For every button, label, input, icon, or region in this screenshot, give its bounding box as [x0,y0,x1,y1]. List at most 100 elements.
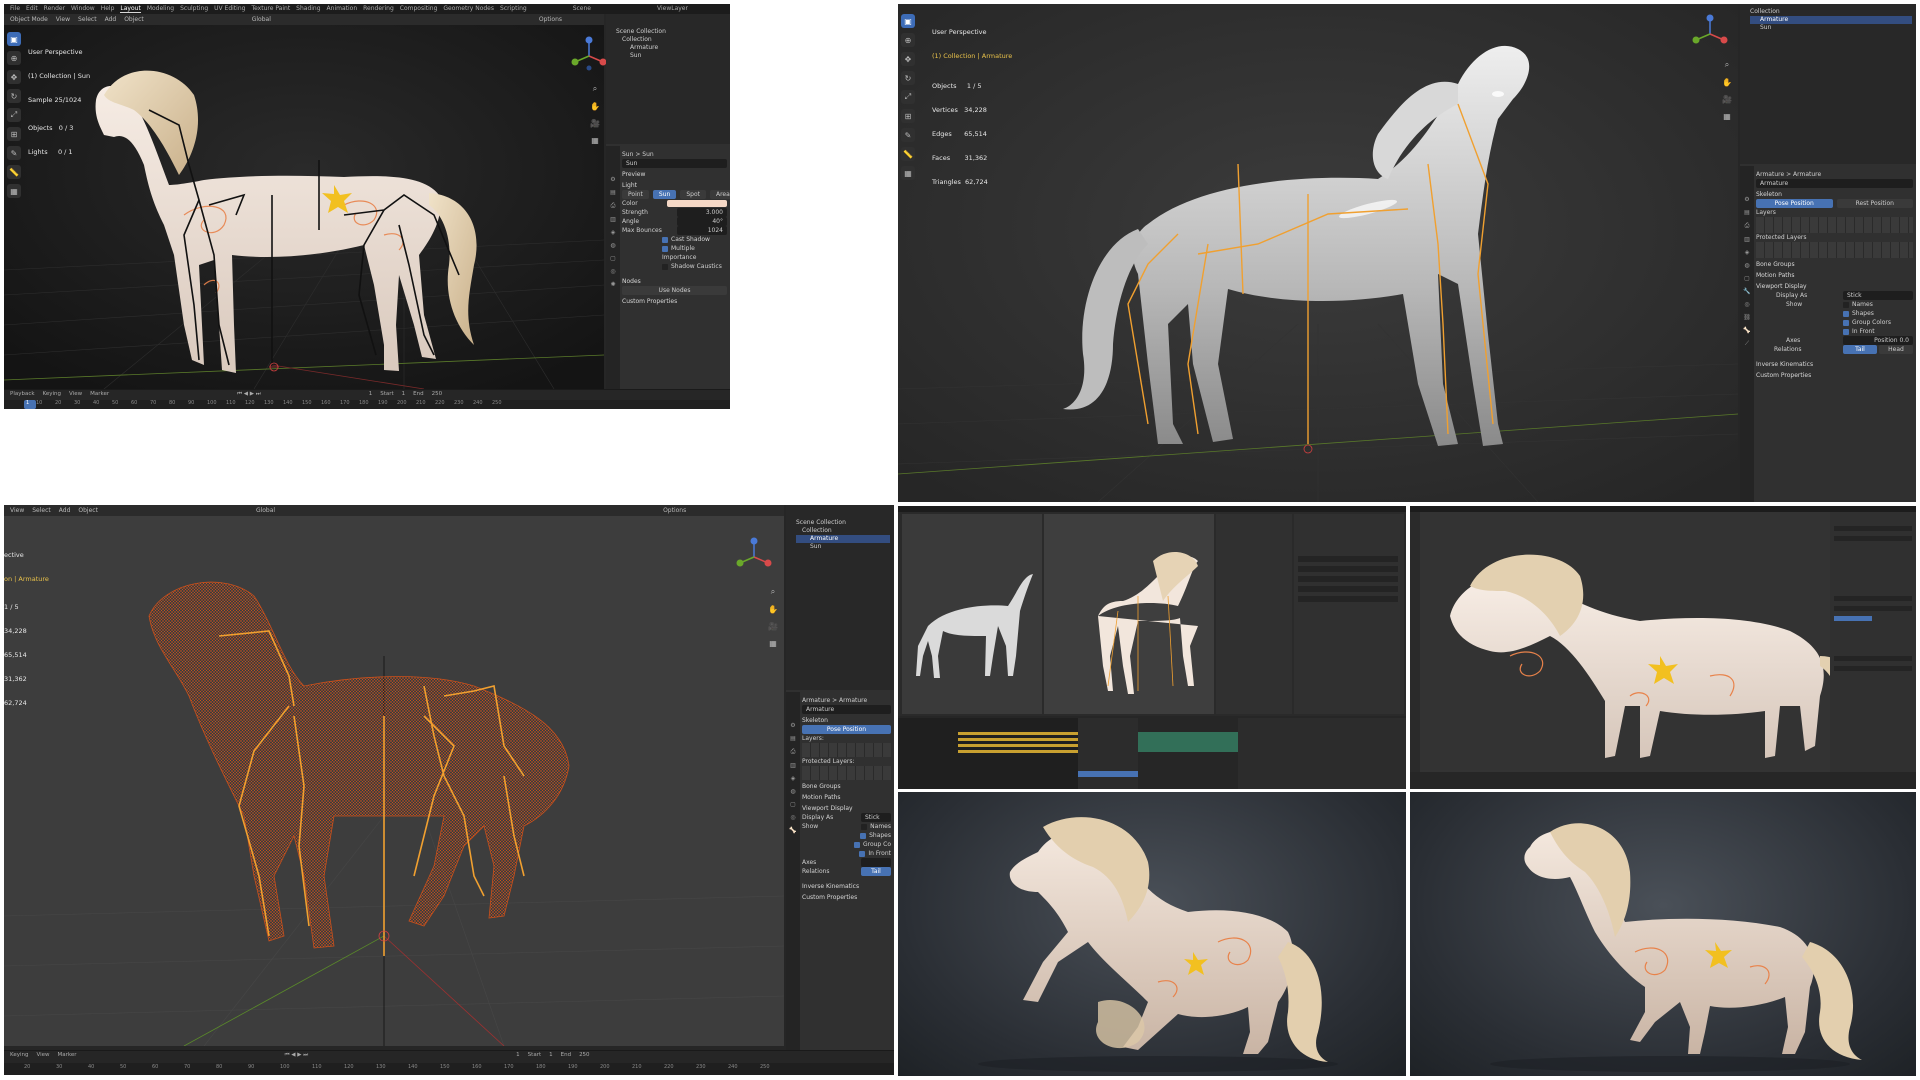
protected-layers-grid[interactable] [802,766,891,780]
pan-hand-icon[interactable]: ✋ [1722,78,1732,87]
scale-icon[interactable]: ⤢ [901,90,915,104]
axes-toggle[interactable] [861,858,891,867]
marker-menu[interactable]: Marker [58,1052,77,1059]
render-tab-icon[interactable]: ▤ [790,735,796,742]
show-names-checkbox[interactable]: Names [861,822,891,831]
annotate-icon[interactable]: ✎ [7,146,21,160]
scene-tab-icon[interactable]: ◈ [611,229,616,236]
keying-menu[interactable]: Keying [43,391,61,398]
object-menu[interactable]: Object [124,16,144,23]
light-name-field[interactable]: Sun [622,159,727,168]
outliner-sun[interactable]: Sun [1750,24,1912,32]
options-menu[interactable]: Options [663,507,686,514]
physics-tab-icon[interactable]: ◎ [1744,301,1749,308]
scale-icon[interactable]: ⤢ [7,108,21,122]
show-group-colors-checkbox[interactable]: Group Colors [1843,318,1913,327]
transform-orientation[interactable]: Global [256,507,275,514]
3d-viewport[interactable] [4,25,605,390]
grid-icon[interactable]: ▦ [1723,112,1731,121]
viewlayer-selector[interactable]: ViewLayer [657,5,688,13]
bone-groups-section[interactable]: Bone Groups [802,782,891,791]
shadow-caustics-checkbox[interactable]: Shadow Caustics [622,262,727,271]
menu-help[interactable]: Help [101,5,115,13]
add-cube-icon[interactable]: ▦ [901,166,915,180]
outliner-armature[interactable]: Armature [616,44,726,52]
outliner-armature[interactable]: Armature [1750,16,1912,24]
output-tab-icon[interactable]: ⎙ [1745,222,1750,230]
menu-edit[interactable]: Edit [26,5,38,13]
annotate-icon[interactable]: ✎ [901,128,915,142]
outliner-collection[interactable]: Collection [616,36,726,44]
bone-tab-icon[interactable]: ⟋ [1745,340,1749,348]
workspace-tab-sculpting[interactable]: Sculpting [180,5,208,13]
outliner-armature[interactable]: Armature [796,535,890,543]
camera-view-icon[interactable]: 🎥 [1722,95,1732,104]
keying-menu[interactable]: Keying [10,1052,28,1059]
outliner-collection[interactable]: Collection [1750,8,1912,16]
workspace-tab-rendering[interactable]: Rendering [363,5,394,13]
armature-data-tab-icon[interactable]: 🦴 [1743,327,1750,334]
skeleton-section[interactable]: Skeleton [802,716,891,725]
view-menu[interactable]: View [56,16,70,23]
transform-orientation[interactable]: Global [252,16,271,23]
measure-icon[interactable]: 📏 [7,165,21,179]
workspace-tab-shading[interactable]: Shading [296,5,320,13]
tool-tab-icon[interactable]: ⚙ [790,722,795,729]
show-shapes-checkbox[interactable]: Shapes [860,831,891,840]
3d-viewport[interactable] [898,4,1739,502]
marker-menu[interactable]: Marker [90,391,109,398]
add-menu[interactable]: Add [105,16,117,23]
end-frame-field[interactable]: 250 [579,1052,590,1059]
playhead[interactable]: 1 [24,400,36,409]
measure-icon[interactable]: 📏 [901,147,915,161]
outliner-collection[interactable]: Collection [796,527,890,535]
nodes-section[interactable]: Nodes [622,277,727,286]
3d-viewport[interactable] [4,516,785,1047]
pan-hand-icon[interactable]: ✋ [768,605,778,614]
light-type-area[interactable]: Area [709,190,730,199]
view-layer-tab-icon[interactable]: ▥ [790,762,796,769]
scene-selector[interactable]: Scene [573,5,591,13]
scene-tab-icon[interactable]: ◈ [1745,249,1750,256]
strength-field[interactable]: 3.000 [677,208,727,217]
tool-tab-icon[interactable]: ⚙ [610,176,615,183]
show-group-colors-checkbox[interactable]: Group Co [853,840,891,849]
render-tab-icon[interactable]: ▤ [1744,209,1750,216]
view-layer-tab-icon[interactable]: ▥ [1744,236,1750,243]
current-frame-field[interactable]: 1 [369,391,373,398]
relations-tail-button[interactable]: Tail [1843,345,1877,354]
workspace-tab-modeling[interactable]: Modeling [147,5,174,13]
physics-tab-icon[interactable]: ◎ [610,268,615,275]
camera-view-icon[interactable]: 🎥 [590,119,600,128]
display-as-dropdown[interactable]: Stick [1843,291,1913,300]
workspace-tab-geometry-nodes[interactable]: Geometry Nodes [443,5,494,13]
object-menu[interactable]: Object [78,507,98,514]
move-icon[interactable]: ✥ [7,70,21,84]
select-menu[interactable]: Select [78,16,97,23]
zoom-icon[interactable]: ⌕ [593,84,597,94]
object-tab-icon[interactable]: ▢ [1744,275,1750,282]
zoom-icon[interactable]: ⌕ [1725,60,1729,70]
select-box-icon[interactable]: ▣ [901,14,915,28]
workspace-tab-animation[interactable]: Animation [327,5,358,13]
light-type-point[interactable]: Point [622,190,649,199]
workspace-tab-uv-editing[interactable]: UV Editing [214,5,245,13]
timeline-ruler[interactable]: 20 30 40 50 60 70 80 90 100 110 120 130 … [4,1063,894,1075]
use-nodes-button[interactable]: Use Nodes [622,286,727,295]
end-frame-field[interactable]: 250 [432,391,443,398]
constraint-tab-icon[interactable]: ⛓ [1743,314,1751,321]
preview-section[interactable]: Preview [622,170,727,179]
scene-tab-icon[interactable]: ◈ [791,775,796,782]
output-tab-icon[interactable]: ⎙ [791,748,796,756]
rotate-icon[interactable]: ↻ [901,71,915,85]
show-shapes-checkbox[interactable]: Shapes [1843,309,1913,318]
display-as-dropdown[interactable]: Stick [861,813,891,822]
mode-dropdown[interactable]: Object Mode [10,16,48,23]
object-tab-icon[interactable]: ▢ [610,255,616,262]
rotate-icon[interactable]: ↻ [7,89,21,103]
multiple-importance-checkbox[interactable]: Multiple Importance [622,244,727,262]
grid-icon[interactable]: ▦ [769,639,777,648]
protected-layers-grid[interactable] [1756,242,1913,258]
playback-menu[interactable]: Playback [10,391,35,398]
relations-head-button[interactable]: Head [1879,345,1913,354]
